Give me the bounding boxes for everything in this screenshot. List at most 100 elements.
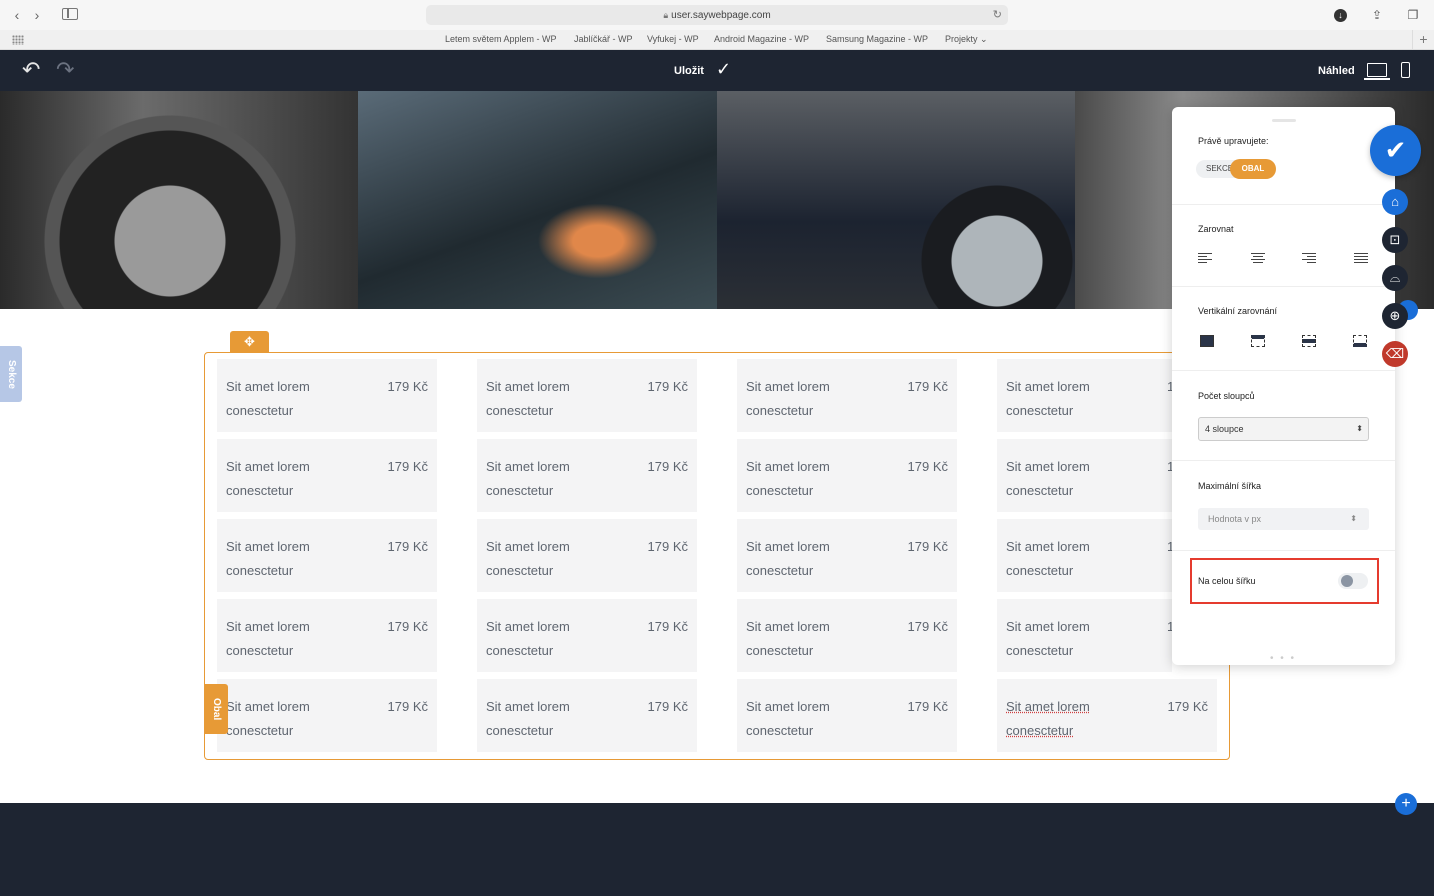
product-card[interactable]: Sit amet lorem conesctetur 179 Kč <box>477 599 697 672</box>
reload-icon[interactable]: ↻ <box>993 5 1002 25</box>
product-name: Sit amet lorem conesctetur <box>226 459 310 498</box>
product-card[interactable]: Sit amet lorem conesctetur 179 Kč <box>997 679 1217 752</box>
new-tab-icon[interactable]: + <box>1412 30 1434 49</box>
product-card[interactable]: Sit amet lorem conesctetur 179 Kč <box>217 439 437 512</box>
wrapper-tab[interactable]: Obal <box>204 684 228 734</box>
stepper-icon[interactable]: ⬍ <box>1350 508 1357 530</box>
mobile-view-icon[interactable] <box>1401 62 1410 78</box>
add-section-icon[interactable]: ⊕ <box>1382 303 1408 329</box>
product-price: 179 Kč <box>1167 699 1208 714</box>
product-name: Sit amet lorem conesctetur <box>486 459 570 498</box>
product-card[interactable]: Sit amet lorem conesctetur 179 Kč <box>477 359 697 432</box>
product-price: 179 Kč <box>387 379 428 394</box>
delete-icon[interactable]: ⌫ <box>1382 341 1408 367</box>
product-name: Sit amet lorem conesctetur <box>1006 459 1090 498</box>
product-card[interactable]: Sit amet lorem conesctetur 179 Kč <box>737 519 957 592</box>
valign-bottom-icon[interactable] <box>1353 335 1367 347</box>
save-button[interactable]: Uložit <box>674 65 704 77</box>
product-price: 179 Kč <box>907 459 948 474</box>
section-tab[interactable]: Sekce <box>0 346 22 402</box>
align-section: Zarovnat <box>1172 205 1395 287</box>
product-name: Sit amet lorem conesctetur <box>226 379 310 418</box>
columns-select[interactable]: 4 sloupce ⬍ <box>1198 417 1369 441</box>
product-card[interactable]: Sit amet lorem conesctetur 179 Kč <box>217 599 437 672</box>
align-justify-icon[interactable] <box>1354 253 1368 264</box>
move-handle-icon[interactable]: ✥ <box>230 331 269 353</box>
align-center-icon[interactable] <box>1251 253 1265 264</box>
hero-image-car <box>717 91 1075 309</box>
bookmark-link[interactable]: Vyfukej - WP <box>647 34 699 44</box>
product-name: Sit amet lorem conesctetur <box>746 459 830 498</box>
align-left-icon[interactable] <box>1198 253 1212 264</box>
product-card[interactable]: Sit amet lorem conesctetur 179 Kč <box>217 519 437 592</box>
product-price: 179 Kč <box>647 699 688 714</box>
valign-middle-icon[interactable] <box>1302 335 1316 347</box>
align-label: Zarovnat <box>1198 224 1234 234</box>
product-card[interactable]: Sit amet lorem conesctetur 179 Kč <box>477 439 697 512</box>
focus-icon[interactable]: ⊡ <box>1382 227 1408 253</box>
chip-wrapper[interactable]: OBAL <box>1230 159 1276 179</box>
product-name: Sit amet lorem conesctetur <box>486 619 570 658</box>
bookmark-link[interactable]: Samsung Magazine - WP <box>826 34 928 44</box>
columns-section: Počet sloupců <box>1172 371 1395 461</box>
product-name: Sit amet lorem conesctetur <box>486 699 570 738</box>
product-name: Sit amet lorem conesctetur <box>1006 699 1090 738</box>
product-card[interactable]: Sit amet lorem conesctetur 179 Kč <box>477 679 697 752</box>
product-price: 179 Kč <box>907 699 948 714</box>
product-card[interactable]: Sit amet lorem conesctetur 179 Kč <box>737 679 957 752</box>
product-name: Sit amet lorem conesctetur <box>746 619 830 658</box>
select-arrows-icon: ⬍ <box>1356 424 1363 433</box>
home-icon[interactable]: ⌂ <box>1382 189 1408 215</box>
address-bar[interactable]: 🔒︎ user.saywebpage.com ↻ <box>426 5 1008 25</box>
url-text: user.saywebpage.com <box>671 10 771 21</box>
share-icon[interactable]: ⇪ <box>1368 6 1386 24</box>
browser-toolbar: ‹ › 🔒︎ user.saywebpage.com ↻ ↓ ⇪ ❐ <box>0 0 1434 30</box>
product-card[interactable]: Sit amet lorem conesctetur 1 <box>997 439 1174 512</box>
redo-icon[interactable]: ↷ <box>56 58 80 82</box>
forward-icon[interactable]: › <box>28 7 46 23</box>
add-section-button[interactable]: + <box>1395 793 1417 815</box>
product-card[interactable]: Sit amet lorem conesctetur 179 Kč <box>737 359 957 432</box>
product-price: 179 Kč <box>387 459 428 474</box>
panel-more-dots: • • • <box>1270 653 1297 664</box>
apps-grid-icon[interactable] <box>12 35 24 45</box>
tabs-overview-icon[interactable]: ❐ <box>1404 6 1422 24</box>
product-name: Sit amet lorem conesctetur <box>1006 539 1090 578</box>
product-name: Sit amet lorem conesctetur <box>486 379 570 418</box>
product-price: 179 Kč <box>647 539 688 554</box>
valign-fill-icon[interactable] <box>1200 335 1214 347</box>
sidebar-toggle-icon[interactable] <box>62 8 78 20</box>
lock-icon: 🔒︎ <box>663 10 669 20</box>
bookmarks-bar: Letem světem Applem - WP Jablíčkář - WP … <box>0 30 1434 50</box>
bookmark-link[interactable]: Letem světem Applem - WP <box>445 34 557 44</box>
confirm-button[interactable]: ✔ <box>1370 125 1421 176</box>
shirt-icon[interactable]: ⌓ <box>1382 265 1408 291</box>
product-name: Sit amet lorem conesctetur <box>746 539 830 578</box>
product-card[interactable]: Sit amet lorem conesctetur 179 Kč <box>217 359 437 432</box>
max-width-input[interactable]: Hodnota v px ⬍ <box>1198 508 1369 530</box>
product-card[interactable]: Sit amet lorem conesctetur 179 Kč <box>737 439 957 512</box>
undo-icon[interactable]: ↶ <box>22 58 46 82</box>
download-icon[interactable]: ↓ <box>1334 9 1347 22</box>
bookmark-link[interactable]: Android Magazine - WP <box>714 34 809 44</box>
bookmark-folder[interactable]: Projekty ⌄ <box>945 34 988 45</box>
product-card[interactable]: Sit amet lorem conesctetur 1 <box>997 599 1174 672</box>
product-card[interactable]: Sit amet lorem conesctetur 1 <box>997 519 1174 592</box>
product-name: Sit amet lorem conesctetur <box>226 699 310 738</box>
product-name: Sit amet lorem conesctetur <box>1006 379 1090 418</box>
product-card[interactable]: Sit amet lorem conesctetur 179 Kč <box>477 519 697 592</box>
product-card[interactable]: Sit amet lorem conesctetur 179 Kč <box>217 679 437 752</box>
preview-button[interactable]: Náhled <box>1318 65 1355 77</box>
bookmark-link[interactable]: Jablíčkář - WP <box>574 34 633 44</box>
save-check-icon[interactable]: ✓ <box>716 60 731 78</box>
align-right-icon[interactable] <box>1302 253 1316 264</box>
product-card[interactable]: Sit amet lorem conesctetur 179 Kč <box>737 599 957 672</box>
valign-top-icon[interactable] <box>1251 335 1265 347</box>
valign-label: Vertikální zarovnání <box>1198 306 1278 316</box>
hero-image-tire <box>0 91 358 309</box>
product-card[interactable]: Sit amet lorem conesctetur 1 <box>997 359 1174 432</box>
desktop-view-icon[interactable] <box>1364 63 1390 80</box>
columns-select-value: 4 sloupce <box>1205 424 1244 434</box>
valign-section: Vertikální zarovnání <box>1172 287 1395 371</box>
back-icon[interactable]: ‹ <box>8 7 26 23</box>
